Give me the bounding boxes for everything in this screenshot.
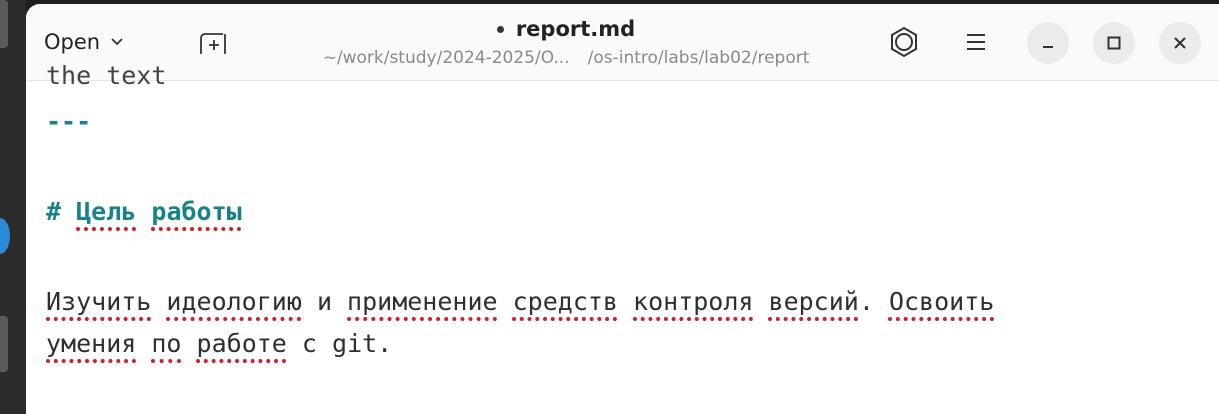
misspelled-word: идеологию — [166, 287, 302, 316]
text-run: с git. — [286, 329, 393, 358]
dock-app-icon[interactable] — [0, 218, 10, 254]
misspelled-word: применение — [347, 287, 498, 316]
open-button[interactable]: Open — [44, 25, 124, 59]
text-run — [753, 287, 768, 316]
text-run — [136, 329, 151, 358]
close-button[interactable] — [1159, 22, 1201, 64]
paragraph-line-2: умения по работе с git. — [46, 327, 392, 361]
dock-app-icon[interactable] — [0, 316, 8, 372]
misspelled-word: по — [151, 329, 182, 358]
close-icon — [1174, 37, 1186, 49]
misspelled-word: версий — [768, 287, 859, 316]
text-run: и — [301, 287, 348, 316]
minimize-button[interactable] — [1027, 22, 1069, 64]
partial-text-line: the text — [46, 61, 167, 90]
document-path: ~/work/study/2024-2025/O... /os-intro/lab… — [276, 48, 856, 68]
headerbar: Open report.md ~/work/study/2024-2025/O.… — [26, 4, 1219, 81]
misspelled-word: умения — [46, 329, 137, 358]
open-button-label: Open — [44, 30, 101, 54]
new-tab-icon[interactable] — [198, 30, 228, 56]
maximize-icon — [1107, 36, 1121, 50]
desktop-dock-strip — [0, 0, 26, 414]
text-editor-window: Open report.md ~/work/study/2024-2025/O.… — [26, 4, 1219, 414]
heading-word: Цель — [76, 197, 137, 226]
path-right: /os-intro/labs/lab02/report — [587, 48, 810, 68]
page-title: report.md — [276, 14, 856, 44]
path-left: ~/work/study/2024-2025/O... — [322, 48, 570, 68]
misspelled-word: Освоить — [888, 287, 995, 316]
text-run — [181, 329, 196, 358]
text-editor-area[interactable]: the text --- # Цель работы Изучить идеол… — [26, 61, 1219, 414]
dock-app-icon[interactable] — [0, 0, 8, 48]
paragraph-line-1: Изучить идеологию и применение средств к… — [46, 285, 994, 319]
heading-hash: # — [46, 197, 62, 226]
window-title-block: report.md ~/work/study/2024-2025/O... /os… — [276, 14, 856, 68]
settings-icon[interactable] — [888, 26, 920, 58]
document-title: report.md — [515, 17, 636, 41]
misspelled-word: Изучить — [46, 287, 152, 316]
misspelled-word: работе — [196, 329, 287, 358]
heading-word: работы — [151, 197, 242, 226]
misspelled-word: контроля — [633, 287, 754, 316]
unsaved-indicator-icon — [496, 25, 504, 33]
markdown-horizontal-rule: --- — [46, 107, 92, 136]
text-run: . — [858, 287, 889, 316]
text-run — [498, 287, 513, 316]
chevron-down-icon — [111, 38, 123, 46]
maximize-button[interactable] — [1093, 22, 1135, 64]
text-run — [151, 287, 166, 316]
markdown-heading: # Цель работы — [46, 195, 242, 229]
text-run — [618, 287, 633, 316]
minimize-icon — [1043, 46, 1053, 48]
menu-icon[interactable] — [960, 26, 992, 58]
misspelled-word: средств — [512, 287, 618, 316]
